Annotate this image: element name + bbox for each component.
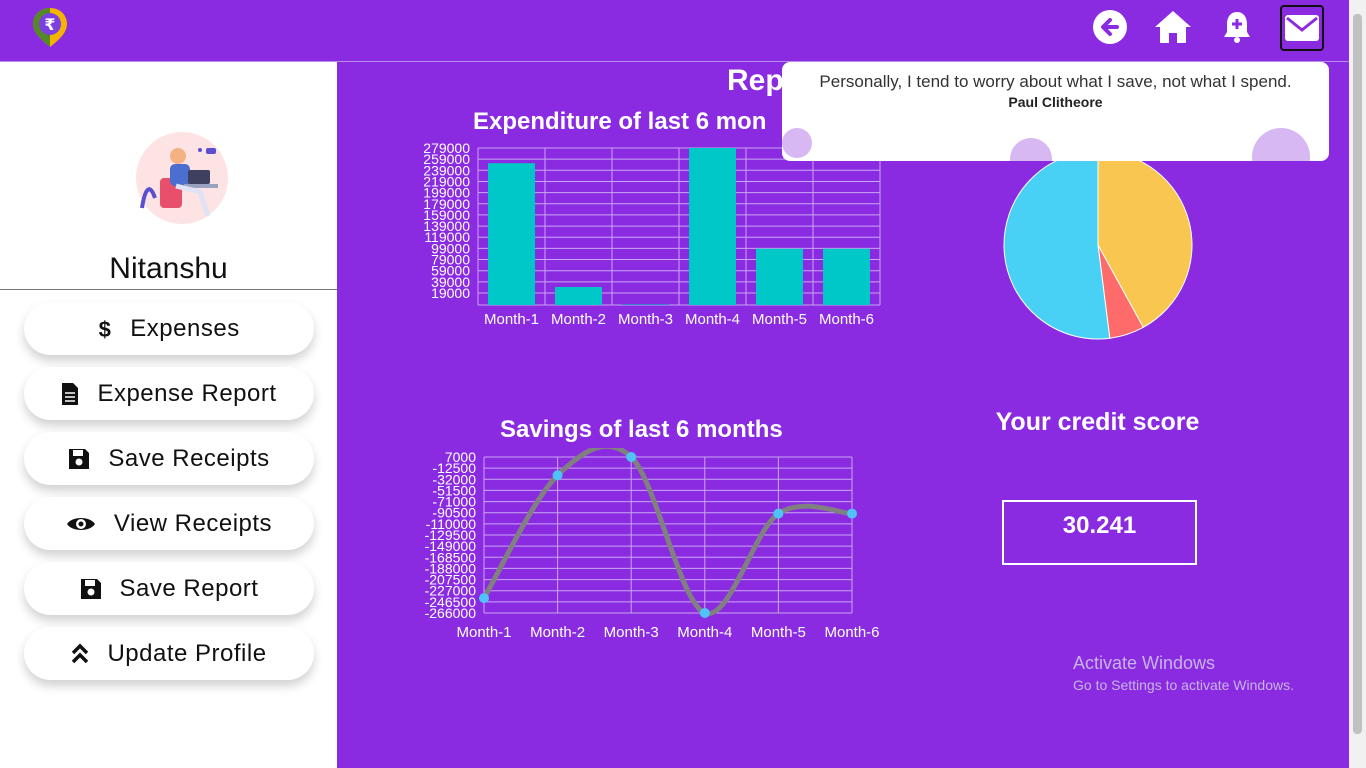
rupee-pin-logo[interactable]: ₹ (30, 6, 70, 48)
data-point (847, 508, 857, 519)
bar (555, 286, 602, 305)
update-profile-button[interactable]: Update Profile (24, 627, 314, 680)
save-receipts-label: Save Receipts (108, 444, 270, 472)
mail-icon[interactable] (1280, 5, 1324, 51)
floppy-disk-icon (69, 448, 90, 469)
save-report-button[interactable]: Save Report (24, 562, 314, 615)
x-tick-label: Month-1 (484, 311, 539, 328)
page-title: Rep (727, 64, 784, 97)
expenditure-bar-chart: 2790002590002390002190001990001790001590… (423, 140, 881, 328)
scrollbar-thumb[interactable] (1353, 14, 1362, 734)
data-point (552, 470, 563, 481)
data-point (479, 593, 489, 604)
savings-line-chart: 7000-12500-32000-51500-71000-90500-11000… (425, 448, 880, 641)
x-tick-label: Month-6 (824, 624, 879, 641)
bar (689, 148, 736, 305)
data-point (773, 508, 784, 519)
floppy-disk-icon (80, 578, 101, 599)
x-tick-label: Month-2 (551, 311, 606, 328)
expense-pie-chart (1003, 152, 1193, 340)
decor-blob (782, 128, 812, 158)
credit-score-title: Your credit score (995, 408, 1200, 436)
eye-icon (66, 517, 95, 530)
data-point (626, 452, 637, 462)
activate-windows-subtitle: Go to Settings to activate Windows. (1073, 677, 1294, 693)
x-tick-label: Month-5 (751, 624, 806, 641)
bar (622, 304, 669, 305)
pie-slice (1003, 152, 1111, 340)
expenses-button[interactable]: $ Expenses (24, 302, 314, 355)
x-tick-label: Month-3 (604, 624, 659, 641)
bar (823, 248, 870, 305)
bar (756, 248, 803, 305)
view-receipts-label: View Receipts (113, 509, 273, 537)
svg-text:₹: ₹ (44, 17, 55, 34)
avatar (136, 132, 228, 224)
sidebar: Nitanshu $ Expenses Expense Report Save … (0, 62, 337, 768)
double-chevron-up-icon (72, 643, 89, 663)
profile-name: Nitanshu (109, 252, 228, 285)
decor-blob (1010, 138, 1052, 161)
x-tick-label: Month-5 (752, 311, 807, 328)
x-tick-label: Month-6 (819, 311, 874, 328)
home-icon[interactable] (1153, 7, 1193, 47)
data-point (699, 608, 710, 618)
y-tick-label: -266000 (425, 605, 477, 621)
save-receipts-button[interactable]: Save Receipts (24, 432, 314, 485)
savings-line (481, 448, 853, 616)
save-report-label: Save Report (119, 574, 259, 602)
expense-report-button[interactable]: Expense Report (24, 367, 314, 420)
back-arrow-icon[interactable] (1090, 7, 1130, 47)
savings-chart-title: Savings of last 6 months (500, 416, 783, 443)
update-profile-label: Update Profile (107, 639, 267, 667)
x-tick-label: Month-2 (530, 624, 585, 641)
top-navbar: ₹ (0, 0, 1366, 62)
x-tick-label: Month-1 (456, 624, 511, 641)
document-icon (62, 382, 79, 405)
view-receipts-button[interactable]: View Receipts (24, 497, 314, 550)
bar (488, 163, 535, 305)
svg-text:$: $ (99, 317, 112, 341)
quote-popup: Personally, I tend to worry about what I… (782, 62, 1329, 161)
activate-windows-title: Activate Windows (1073, 653, 1216, 673)
decor-blob (1252, 128, 1310, 161)
divider (0, 289, 337, 290)
add-notification-icon[interactable] (1217, 7, 1257, 47)
quote-author: Paul Clitheore (1008, 94, 1103, 110)
expenditure-chart-title: Expenditure of last 6 mon (473, 108, 767, 135)
credit-score-value: 30.241 (1002, 500, 1197, 565)
x-tick-label: Month-4 (677, 624, 732, 641)
expense-report-label: Expense Report (97, 379, 277, 407)
y-tick-label: 19000 (431, 285, 470, 301)
quote-text: Personally, I tend to worry about what I… (819, 72, 1292, 91)
x-tick-label: Month-3 (618, 311, 673, 328)
page-scrollbar[interactable] (1349, 0, 1366, 768)
expenses-label: Expenses (130, 314, 240, 342)
x-tick-label: Month-4 (685, 311, 740, 328)
dollar-icon: $ (99, 317, 112, 341)
